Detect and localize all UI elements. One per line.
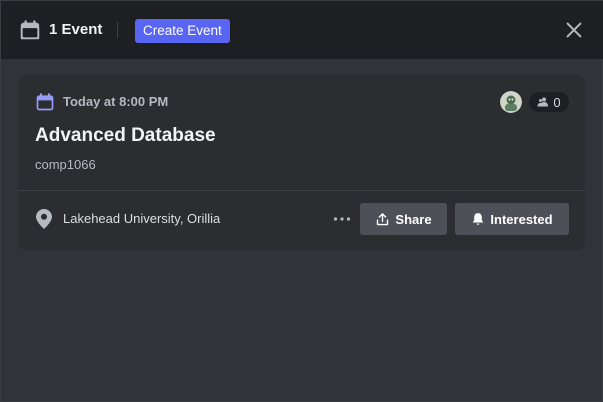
share-icon: [377, 212, 389, 225]
event-card[interactable]: Today at 8:00 PM 0 Advanced Database com…: [18, 75, 585, 250]
interested-count-badge[interactable]: 0: [529, 92, 569, 112]
calendar-icon: [36, 93, 54, 111]
event-count-label: 1 Event: [49, 21, 103, 38]
people-icon: [537, 97, 549, 107]
events-modal: 1 Event Create Event Today at 8:00 PM 0 …: [0, 0, 603, 402]
calendar-icon: [20, 20, 40, 40]
event-location: Lakehead University, Orillia: [63, 211, 221, 226]
interested-button[interactable]: Interested: [455, 203, 569, 235]
more-horizontal-icon[interactable]: [332, 209, 352, 229]
location-pin-icon: [36, 209, 52, 229]
event-title: Advanced Database: [35, 125, 216, 146]
interested-button-label: Interested: [490, 211, 553, 227]
card-divider: [18, 190, 585, 191]
header-divider: [117, 22, 118, 38]
modal-header: 1 Event Create Event: [1, 1, 603, 59]
bell-icon: [473, 213, 484, 225]
share-button[interactable]: Share: [360, 203, 447, 235]
event-time: Today at 8:00 PM: [63, 94, 169, 109]
avatar-image: [500, 91, 522, 113]
interested-count: 0: [553, 94, 561, 110]
share-button-label: Share: [395, 211, 432, 227]
avatar[interactable]: [500, 91, 522, 113]
close-icon[interactable]: [563, 19, 585, 41]
create-event-button[interactable]: Create Event: [135, 19, 230, 43]
event-description: comp1066: [35, 157, 96, 172]
